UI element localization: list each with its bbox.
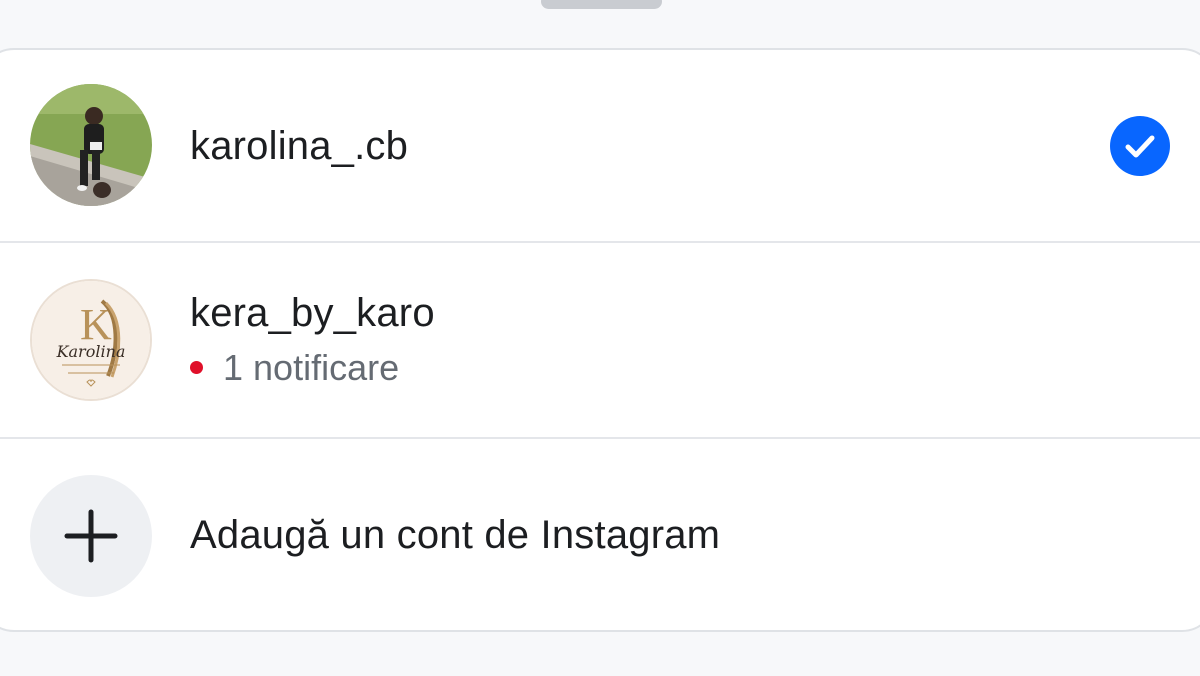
karolina-keratin-logo-icon: K Karolina bbox=[32, 281, 150, 399]
account-row-kera-by-karo[interactable]: K Karolina kera_by_karo 1 notificare bbox=[0, 243, 1200, 439]
logo-text: Karolina bbox=[56, 342, 126, 361]
drag-handle[interactable] bbox=[541, 0, 662, 9]
notification-text: 1 notificare bbox=[223, 347, 400, 388]
account-switcher-card: karolina_.cb K Karolina kera_by_karo 1 n… bbox=[0, 48, 1200, 632]
account-username: kera_by_karo bbox=[190, 291, 435, 335]
avatar bbox=[30, 84, 152, 206]
account-row-karolina-cb[interactable]: karolina_.cb bbox=[0, 50, 1200, 243]
profile-photo-icon bbox=[30, 84, 152, 206]
selected-check-icon bbox=[1110, 116, 1170, 176]
notification-dot-icon bbox=[190, 360, 203, 374]
avatar: K Karolina bbox=[30, 279, 152, 401]
account-username: karolina_.cb bbox=[190, 124, 409, 168]
notification-count: 1 notificare bbox=[190, 347, 399, 389]
add-account-button[interactable]: Adaugă un cont de Instagram bbox=[0, 439, 1200, 630]
add-account-label: Adaugă un cont de Instagram bbox=[190, 513, 721, 557]
plus-icon bbox=[30, 475, 152, 597]
